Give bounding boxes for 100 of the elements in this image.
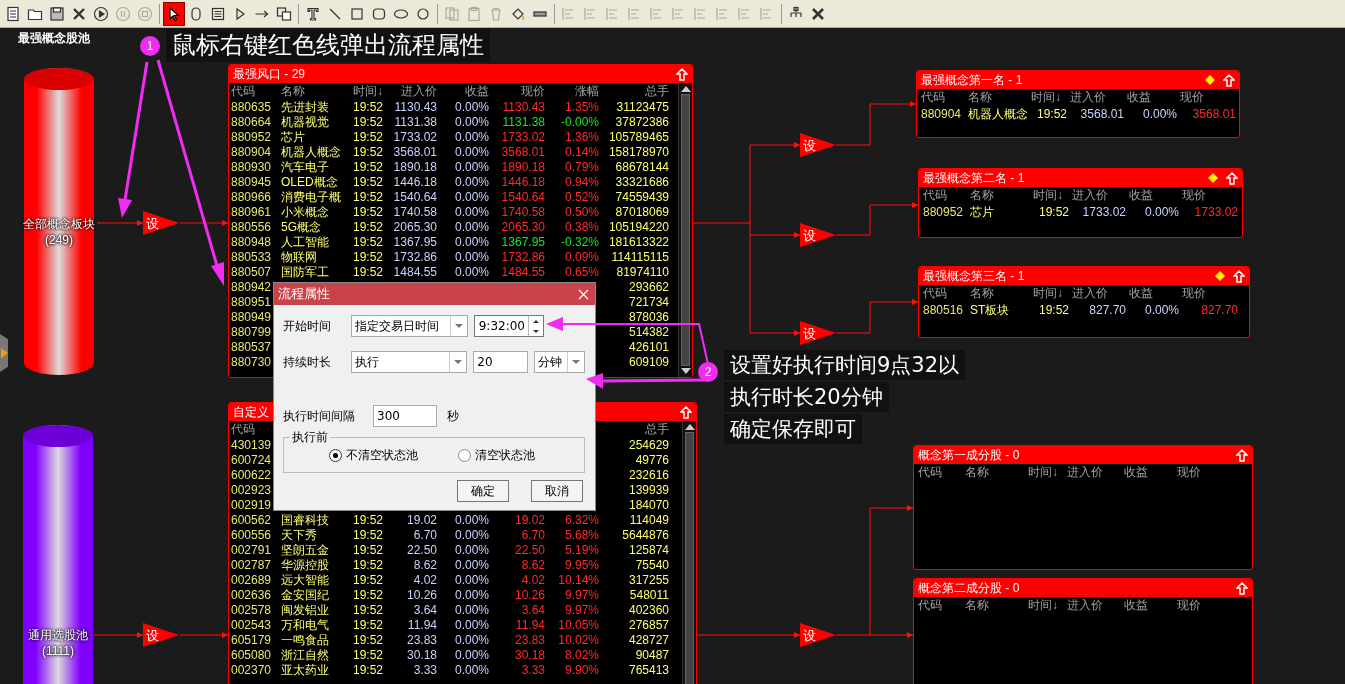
table-cell: 19.02 xyxy=(406,513,437,527)
input-field[interactable]: 300 xyxy=(373,405,437,427)
column-header[interactable]: 收益 xyxy=(1127,90,1151,104)
column-header[interactable]: 时间↓ xyxy=(1033,188,1063,202)
column-header[interactable]: 名称 xyxy=(968,90,992,104)
table-cell: 1.35% xyxy=(564,100,599,114)
table-cell: 19:52 xyxy=(352,588,383,602)
set-node[interactable]: 设 xyxy=(800,223,836,247)
column-header[interactable]: 现价 xyxy=(1182,286,1206,300)
radio-button[interactable] xyxy=(458,448,471,462)
table-cell: 19:52 xyxy=(352,543,383,557)
column-header[interactable]: 收益 xyxy=(1129,188,1153,202)
up-arrow-icon[interactable] xyxy=(1233,269,1245,283)
column-header[interactable]: 总手 xyxy=(645,84,669,98)
table-cell: 548011 xyxy=(629,588,669,602)
column-header[interactable]: 代码 xyxy=(231,422,255,436)
column-header[interactable]: 名称 xyxy=(970,286,994,300)
table-cell: 002919 xyxy=(231,498,272,512)
column-header[interactable]: 总手 xyxy=(645,422,669,436)
option-label[interactable]: 清空状态池 xyxy=(475,446,535,464)
column-header[interactable]: 收益 xyxy=(1124,465,1148,479)
table-cell: 一鸣食品 xyxy=(281,633,329,647)
column-header[interactable]: 代码 xyxy=(231,84,255,98)
column-header[interactable]: 代码 xyxy=(923,286,947,300)
up-arrow-icon[interactable] xyxy=(1226,171,1238,185)
column-header[interactable]: 时间↓ xyxy=(1033,286,1063,300)
table-cell: 0.00% xyxy=(454,115,489,129)
close-icon[interactable] xyxy=(578,288,589,300)
column-header[interactable]: 代码 xyxy=(918,598,942,612)
dropdown[interactable]: 分钟 xyxy=(534,351,585,373)
set-node[interactable]: 设 xyxy=(143,211,179,235)
up-arrow-icon[interactable] xyxy=(1236,448,1248,462)
table-cell: 49776 xyxy=(635,453,669,467)
column-header[interactable]: 名称 xyxy=(970,188,994,202)
table-cell: 5.19% xyxy=(564,543,599,557)
table-cell: 0.65% xyxy=(564,265,599,279)
table-cell: 1890.18 xyxy=(501,160,545,174)
column-header[interactable]: 进入价 xyxy=(1067,465,1103,479)
dropdown[interactable]: 指定交易日时间 xyxy=(351,315,468,337)
column-header[interactable]: 代码 xyxy=(918,465,942,479)
column-header[interactable]: 现价 xyxy=(1180,90,1204,104)
dropdown[interactable]: 执行 xyxy=(350,351,468,373)
set-node[interactable]: 设 xyxy=(800,321,836,345)
set-node[interactable]: 设 xyxy=(800,133,836,157)
column-header[interactable]: 进入价 xyxy=(1072,286,1108,300)
column-header[interactable]: 时间↓ xyxy=(1028,598,1058,612)
column-header[interactable]: 收益 xyxy=(1124,598,1148,612)
column-header[interactable]: 代码 xyxy=(921,90,945,104)
table-cell: 75540 xyxy=(635,558,669,572)
column-header[interactable]: 名称 xyxy=(965,465,989,479)
scrollbar[interactable] xyxy=(678,83,692,377)
table-cell: 0.00% xyxy=(454,528,489,542)
column-header[interactable]: 时间↓ xyxy=(1028,465,1058,479)
input-field[interactable]: 20 xyxy=(473,351,529,373)
table-cell: 1484.55 xyxy=(393,265,437,279)
table-cell: 坚朗五金 xyxy=(281,543,329,557)
table-cell: 6.32% xyxy=(564,513,599,527)
column-header[interactable]: 收益 xyxy=(1129,286,1153,300)
column-header[interactable]: 现价 xyxy=(1177,465,1201,479)
column-header[interactable]: 名称 xyxy=(281,84,305,98)
set-node[interactable]: 设 xyxy=(800,623,836,647)
table-cell: 605080 xyxy=(231,648,272,662)
column-header[interactable]: 进入价 xyxy=(401,84,437,98)
column-header[interactable]: 进入价 xyxy=(1067,598,1103,612)
column-header[interactable]: 时间↓ xyxy=(353,84,383,98)
table-cell: 19:52 xyxy=(352,648,383,662)
annotation-text: 鼠标右键红色线弹出流程属性 xyxy=(166,29,490,62)
table-cell: 19:52 xyxy=(352,603,383,617)
table-cell: 闽发铝业 xyxy=(281,603,329,617)
table-cell: 10.02% xyxy=(558,633,599,647)
column-header[interactable]: 进入价 xyxy=(1072,188,1108,202)
table-cell: 37872386 xyxy=(615,115,669,129)
group-legend: 执行前 xyxy=(290,429,330,446)
column-header[interactable]: 名称 xyxy=(965,598,989,612)
scrollbar[interactable] xyxy=(682,421,696,684)
column-header[interactable]: 现价 xyxy=(521,84,545,98)
column-header[interactable]: 时间↓ xyxy=(1031,90,1061,104)
column-header[interactable]: 收益 xyxy=(465,84,489,98)
column-header[interactable]: 代码 xyxy=(923,188,947,202)
column-header[interactable]: 现价 xyxy=(1182,188,1206,202)
table-cell: 19:52 xyxy=(352,528,383,542)
column-header[interactable]: 现价 xyxy=(1177,598,1201,612)
table-cell: 19:52 xyxy=(352,573,383,587)
up-arrow-icon[interactable] xyxy=(680,405,692,419)
radio-button[interactable] xyxy=(329,448,342,462)
up-arrow-icon[interactable] xyxy=(1223,73,1235,87)
option-label[interactable]: 不清空状态池 xyxy=(346,446,418,464)
dialog-button[interactable]: 确定 xyxy=(457,480,509,502)
time-spinner[interactable]: 9:32:00 xyxy=(474,315,544,337)
table-cell: 0.00% xyxy=(454,235,489,249)
column-header[interactable]: 涨幅 xyxy=(575,84,599,98)
pointer-icon[interactable] xyxy=(164,2,184,25)
table-cell: 19:52 xyxy=(352,220,383,234)
up-arrow-icon[interactable] xyxy=(1236,581,1248,595)
dialog-button[interactable]: 取消 xyxy=(531,480,583,502)
column-header[interactable]: 进入价 xyxy=(1070,90,1106,104)
table-cell: 827.70 xyxy=(1201,303,1238,317)
up-arrow-icon[interactable] xyxy=(676,67,688,81)
table-cell: 87018069 xyxy=(615,205,669,219)
set-node[interactable]: 设 xyxy=(143,623,179,647)
